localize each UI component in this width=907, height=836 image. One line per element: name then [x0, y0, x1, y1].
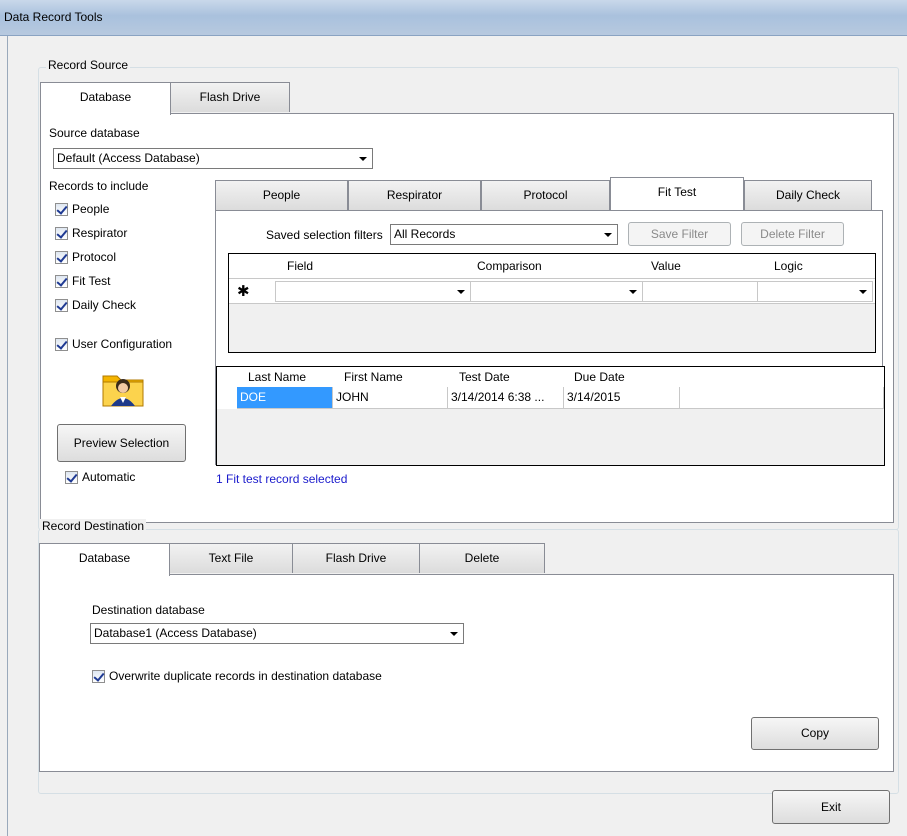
- results-col-last-name: Last Name: [248, 370, 307, 384]
- results-col-due-date: Due Date: [574, 370, 625, 384]
- checkbox-checked-icon: [92, 669, 105, 683]
- cell-empty: [680, 387, 884, 409]
- checkbox-daily-check-label: Daily Check: [72, 298, 137, 312]
- checkbox-automatic-label: Automatic: [82, 470, 136, 484]
- filter-value-input[interactable]: [642, 281, 758, 302]
- save-filter-button[interactable]: Save Filter: [628, 222, 731, 246]
- filter-field-select[interactable]: [275, 281, 471, 302]
- checkbox-respirator[interactable]: Respirator: [55, 226, 127, 240]
- checkbox-fit-test-label: Fit Test: [72, 274, 111, 288]
- checkbox-overwrite-label: Overwrite duplicate records in destinati…: [109, 669, 382, 683]
- chevron-down-icon: [604, 233, 612, 237]
- filter-col-logic: Logic: [774, 259, 803, 273]
- table-row[interactable]: DOE JOHN 3/14/2014 6:38 ... 3/14/2015: [217, 387, 884, 409]
- chevron-down-icon: [629, 290, 637, 294]
- cell-due-date[interactable]: 3/14/2015: [564, 387, 680, 409]
- records-include-label: Records to include: [49, 179, 149, 193]
- chevron-down-icon: [359, 157, 367, 161]
- checkbox-checked-icon: [55, 202, 68, 216]
- filter-comparison-select[interactable]: [470, 281, 643, 302]
- checkbox-daily-check[interactable]: Daily Check: [55, 298, 136, 312]
- results-col-first-name: First Name: [344, 370, 403, 384]
- new-row-icon: ✱: [237, 283, 250, 300]
- delete-filter-button[interactable]: Delete Filter: [741, 222, 844, 246]
- tab-respirator[interactable]: Respirator: [348, 180, 481, 210]
- tab-source-database[interactable]: Database: [40, 82, 171, 115]
- preview-selection-button[interactable]: Preview Selection: [57, 424, 186, 462]
- tab-source-flash-drive[interactable]: Flash Drive: [170, 82, 290, 112]
- record-source-legend: Record Source: [46, 58, 131, 72]
- tab-fit-test[interactable]: Fit Test: [610, 177, 744, 210]
- checkbox-checked-icon: [55, 337, 68, 351]
- filter-label: Saved selection filters: [266, 228, 383, 242]
- checkbox-user-configuration-label: User Configuration: [72, 337, 173, 351]
- checkbox-protocol-label: Protocol: [72, 250, 117, 264]
- filter-value: All Records: [394, 227, 456, 241]
- checkbox-respirator-label: Respirator: [72, 226, 128, 240]
- filter-new-row[interactable]: ✱: [229, 278, 875, 304]
- checkbox-checked-icon: [55, 274, 68, 288]
- cell-test-date[interactable]: 3/14/2014 6:38 ...: [448, 387, 564, 409]
- user-folder-icon: [101, 366, 145, 410]
- title-bar: Data Record Tools: [0, 0, 907, 36]
- main-window: Record Source Database Flash Drive Sourc…: [7, 36, 907, 836]
- exit-button[interactable]: Exit: [772, 790, 890, 824]
- tab-dest-text-file[interactable]: Text File: [169, 543, 293, 573]
- tab-dest-delete[interactable]: Delete: [419, 543, 545, 573]
- filter-logic-select[interactable]: [757, 281, 873, 302]
- checkbox-people-label: People: [72, 202, 110, 216]
- checkbox-overwrite-duplicates[interactable]: Overwrite duplicate records in destinati…: [92, 669, 382, 683]
- checkbox-checked-icon: [65, 470, 78, 484]
- chevron-down-icon: [457, 290, 465, 294]
- tab-dest-database[interactable]: Database: [39, 543, 170, 576]
- tab-dest-flash-drive[interactable]: Flash Drive: [292, 543, 420, 573]
- filter-col-comparison: Comparison: [477, 259, 542, 273]
- chevron-down-icon: [450, 632, 458, 636]
- filter-grid[interactable]: Field Comparison Value Logic ✱: [228, 253, 876, 353]
- selection-status: 1 Fit test record selected: [216, 472, 348, 486]
- tab-daily-check[interactable]: Daily Check: [744, 180, 872, 210]
- filter-col-field: Field: [287, 259, 314, 273]
- chevron-down-icon: [859, 290, 867, 294]
- source-database-label: Source database: [49, 126, 140, 140]
- cell-first-name[interactable]: JOHN: [333, 387, 448, 409]
- checkbox-fit-test[interactable]: Fit Test: [55, 274, 110, 288]
- destination-panel: Destination database Database1 (Access D…: [39, 574, 894, 772]
- checkbox-user-configuration[interactable]: User Configuration: [55, 337, 172, 351]
- cell-last-name[interactable]: DOE: [237, 387, 333, 409]
- fit-test-panel: Saved selection filters All Records Save…: [215, 210, 885, 466]
- destination-database-select[interactable]: Database1 (Access Database): [90, 623, 464, 644]
- tab-protocol[interactable]: Protocol: [481, 180, 610, 210]
- results-col-test-date: Test Date: [459, 370, 510, 384]
- checkbox-protocol[interactable]: Protocol: [55, 250, 116, 264]
- filter-select[interactable]: All Records: [390, 224, 618, 245]
- checkbox-checked-icon: [55, 250, 68, 264]
- checkbox-people[interactable]: People: [55, 202, 109, 216]
- source-database-select[interactable]: Default (Access Database): [53, 148, 373, 169]
- copy-button[interactable]: Copy: [751, 717, 879, 750]
- checkbox-automatic[interactable]: Automatic: [65, 470, 135, 484]
- filter-col-value: Value: [651, 259, 681, 273]
- record-destination-legend: Record Destination: [40, 519, 147, 533]
- destination-database-value: Database1 (Access Database): [94, 626, 257, 640]
- destination-database-label: Destination database: [92, 603, 205, 617]
- results-grid[interactable]: Last Name First Name Test Date Due Date …: [216, 366, 885, 466]
- checkbox-checked-icon: [55, 298, 68, 312]
- source-database-value: Default (Access Database): [57, 151, 200, 165]
- window-title: Data Record Tools: [4, 10, 103, 24]
- results-grid-header: Last Name First Name Test Date Due Date: [217, 367, 884, 387]
- filter-grid-header: Field Comparison Value Logic: [229, 254, 875, 278]
- checkbox-checked-icon: [55, 226, 68, 240]
- tab-people[interactable]: People: [215, 180, 348, 210]
